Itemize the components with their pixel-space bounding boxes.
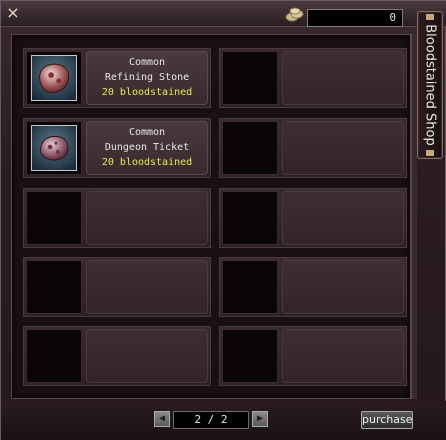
- item-info: [86, 329, 208, 383]
- item-info: Common Dungeon Ticket 20 bloodstained: [86, 121, 208, 175]
- tab-cap-bottom: [426, 150, 434, 156]
- empty-slot[interactable]: [219, 48, 407, 108]
- empty-slot[interactable]: [219, 188, 407, 248]
- item-icon-frame: [222, 121, 278, 175]
- purchase-button[interactable]: purchase: [361, 411, 413, 429]
- item-info: [282, 260, 404, 314]
- item-name: Refining Stone: [104, 72, 190, 83]
- item-info: [282, 329, 404, 383]
- scrollbar[interactable]: [411, 34, 417, 399]
- item-icon-frame: [222, 191, 278, 245]
- next-page-button[interactable]: ▶: [252, 411, 268, 427]
- item-icon-frame: [222, 51, 278, 105]
- coins-icon: [285, 7, 304, 22]
- item-icon-frame: [26, 121, 82, 175]
- item-slot-1[interactable]: Common Refining Stone 20 bloodstained: [23, 48, 211, 108]
- item-icon-frame: [26, 260, 82, 314]
- item-info: [86, 260, 208, 314]
- refining-stone-icon: [31, 55, 77, 101]
- item-rarity: Common: [128, 57, 166, 68]
- empty-slot[interactable]: [219, 326, 407, 386]
- bloodstained-shop-window: × 0 Bloodstained Shop Common Refining St…: [0, 0, 446, 440]
- item-info: [282, 121, 404, 175]
- item-icon-frame: [26, 329, 82, 383]
- shop-title-tab: Bloodstained Shop: [417, 11, 443, 159]
- item-info: Common Refining Stone 20 bloodstained: [86, 51, 208, 105]
- item-slot-2[interactable]: Common Dungeon Ticket 20 bloodstained: [23, 118, 211, 178]
- item-rarity: Common: [128, 127, 166, 138]
- tab-cap-top: [426, 14, 434, 20]
- shop-title: Bloodstained Shop: [422, 24, 438, 146]
- item-info: [86, 191, 208, 245]
- currency-amount: 0: [307, 9, 403, 27]
- item-icon-frame: [222, 260, 278, 314]
- close-button[interactable]: ×: [5, 5, 21, 21]
- item-name: Dungeon Ticket: [104, 142, 190, 153]
- item-icon-frame: [222, 329, 278, 383]
- item-price: 20 bloodstained: [101, 87, 193, 98]
- item-icon-frame: [26, 51, 82, 105]
- prev-page-button[interactable]: ◀: [154, 411, 170, 427]
- item-icon-frame: [26, 191, 82, 245]
- empty-slot[interactable]: [23, 188, 211, 248]
- item-info: [282, 191, 404, 245]
- empty-slot[interactable]: [219, 257, 407, 317]
- empty-slot[interactable]: [23, 326, 211, 386]
- empty-slot[interactable]: [219, 118, 407, 178]
- dungeon-ticket-icon: [31, 125, 77, 171]
- empty-slot[interactable]: [23, 257, 211, 317]
- page-indicator: 2 / 2: [173, 411, 249, 429]
- item-info: [282, 51, 404, 105]
- item-price: 20 bloodstained: [101, 157, 193, 168]
